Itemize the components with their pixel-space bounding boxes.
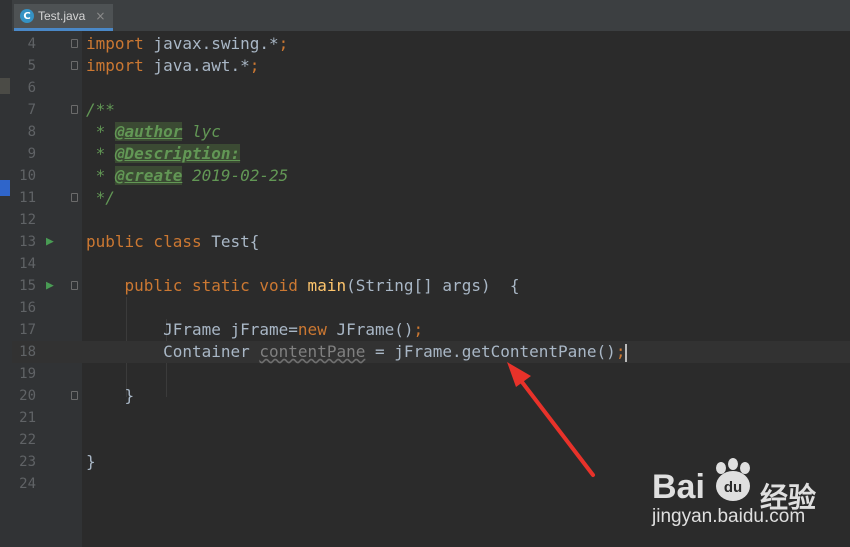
arrow-shaft	[520, 380, 595, 477]
arrow-head	[507, 362, 531, 387]
baidu-jingyan-watermark: Bai du 经验 jingyan.baidu.com	[652, 454, 842, 534]
paw-icon: du	[716, 458, 750, 501]
watermark-url: jingyan.baidu.com	[652, 506, 806, 527]
svg-text:du: du	[724, 479, 742, 496]
watermark-brand: Bai	[652, 468, 705, 506]
